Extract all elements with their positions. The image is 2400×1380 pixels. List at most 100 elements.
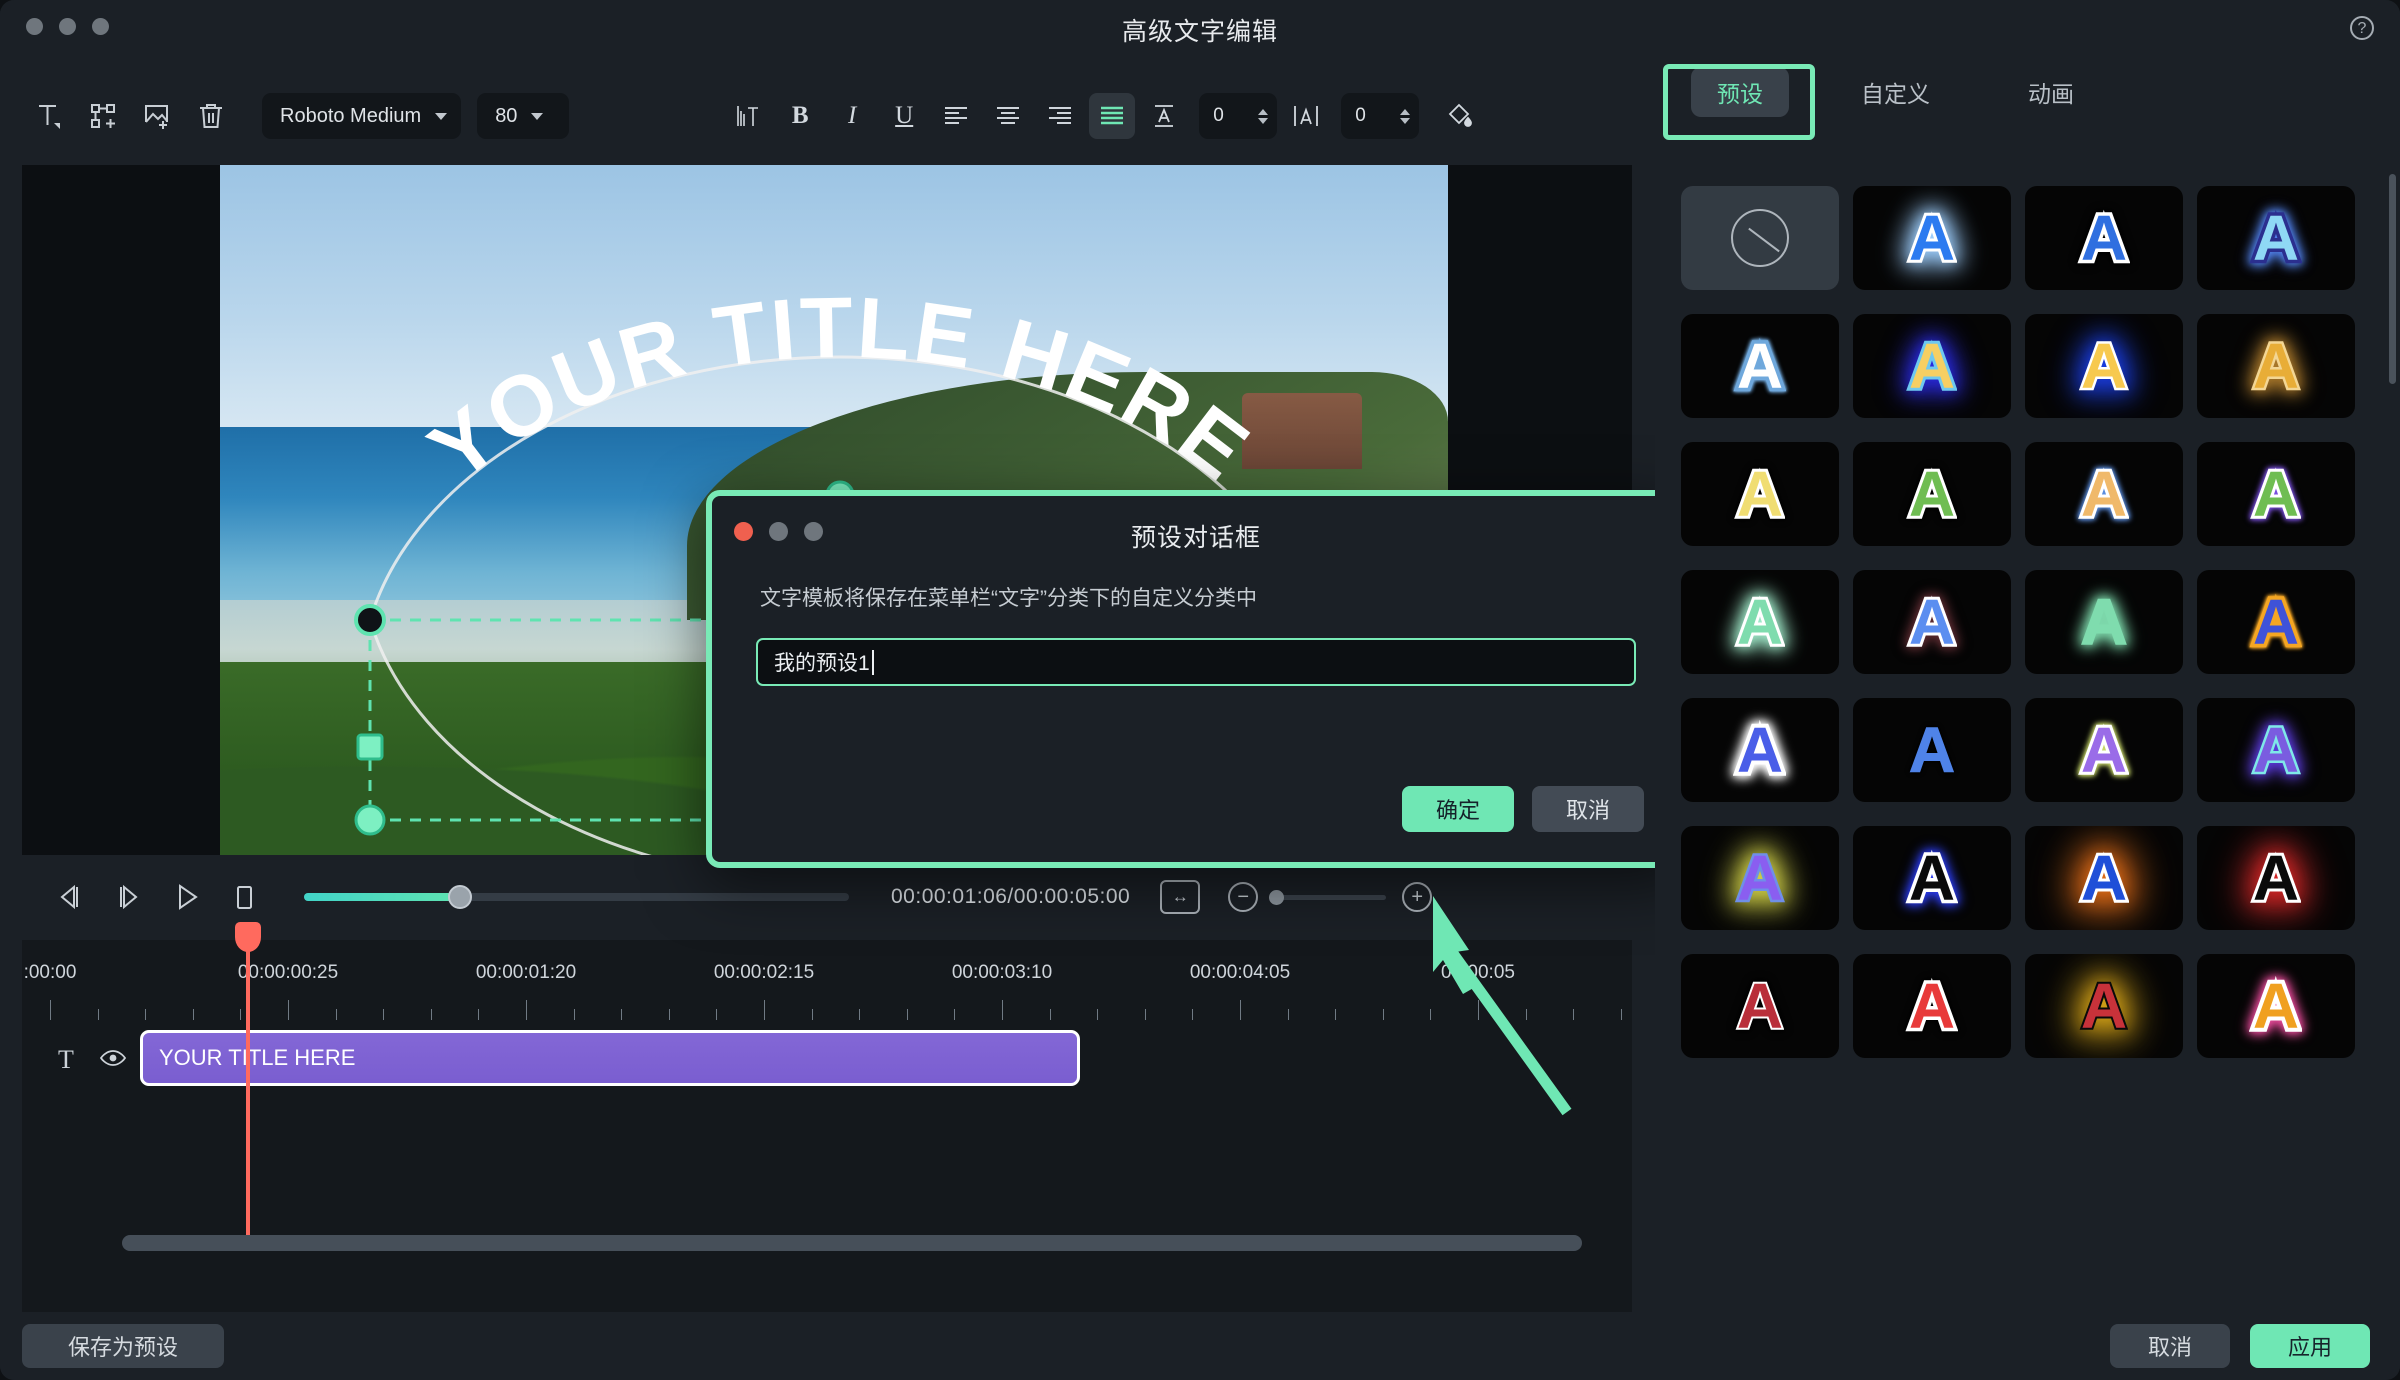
preset-swatch-10[interactable]: A <box>2025 442 2183 546</box>
align-left-button[interactable] <box>933 93 979 139</box>
cancel-button[interactable]: 取消 <box>2110 1324 2230 1368</box>
bold-button[interactable]: B <box>777 93 823 139</box>
preset-swatch-22[interactable]: A <box>2025 826 2183 930</box>
resort-building <box>1242 392 1363 469</box>
playhead[interactable] <box>235 922 261 1240</box>
tab-2[interactable]: 动画 <box>2002 67 2100 117</box>
stop-button[interactable] <box>220 873 268 921</box>
zoom-out-button[interactable]: − <box>1228 882 1259 912</box>
ruler-tick <box>1192 1009 1194 1020</box>
playback-scrubber[interactable] <box>304 885 849 909</box>
dialog-cancel-button[interactable]: 取消 <box>1532 786 1644 832</box>
text-clip[interactable]: YOUR TITLE HERE <box>140 1030 1080 1086</box>
scrubber-knob[interactable] <box>448 885 472 909</box>
tab-0[interactable]: 预设 <box>1691 67 1789 117</box>
preset-swatch-15[interactable]: A <box>2197 570 2355 674</box>
preset-swatch-18[interactable]: A <box>2025 698 2183 802</box>
preset-swatch-27[interactable]: A <box>2197 954 2355 1058</box>
italic-button[interactable]: I <box>829 93 875 139</box>
tab-1[interactable]: 自定义 <box>1835 67 1956 117</box>
preset-swatch-11[interactable]: A <box>2197 442 2355 546</box>
preset-swatch-7[interactable]: A <box>2197 314 2355 418</box>
dialog-actions: 确定 取消 <box>1402 786 1644 832</box>
dialog-description: 文字模板将保存在菜单栏“文字”分类下的自定义分类中 <box>760 587 1257 610</box>
preset-panel-scrollbar[interactable] <box>2389 174 2396 384</box>
preset-swatch-20[interactable]: A <box>1681 826 1839 930</box>
zoom-in-button[interactable]: + <box>1402 882 1433 912</box>
zoom-slider-knob[interactable] <box>1269 889 1285 905</box>
zoom-slider[interactable] <box>1269 889 1387 905</box>
timeline-track[interactable]: YOUR TITLE HERE <box>140 1028 1632 1092</box>
preset-swatch-24[interactable]: A <box>1681 954 1839 1058</box>
preset-swatch-16[interactable]: A <box>1681 698 1839 802</box>
preset-swatch-12[interactable]: A <box>1681 570 1839 674</box>
preset-swatch-5[interactable]: A <box>1853 314 2011 418</box>
preset-letter-glyph: A <box>1733 330 1786 402</box>
timeline-horizontal-scrollbar[interactable] <box>122 1235 1582 1251</box>
align-center-button[interactable] <box>985 93 1031 139</box>
ruler-tick <box>573 1009 575 1020</box>
preset-swatch-17[interactable]: A <box>1853 698 2011 802</box>
preset-swatch-23[interactable]: A <box>2197 826 2355 930</box>
preset-letter-glyph: A <box>1905 970 1958 1042</box>
help-icon[interactable]: ? <box>2350 16 2374 40</box>
play-button[interactable] <box>162 873 210 921</box>
preset-letter-glyph: A <box>2077 202 2130 274</box>
preset-letter-glyph: A <box>2249 202 2302 274</box>
preset-swatch-13[interactable]: A <box>1853 570 2011 674</box>
preset-swatch-9[interactable]: A <box>1853 442 2011 546</box>
preset-swatch-25[interactable]: A <box>1853 954 2011 1058</box>
ruler-tick <box>288 1000 289 1020</box>
save-as-preset-button[interactable]: 保存为预设 <box>22 1324 224 1368</box>
preset-swatch-8[interactable]: A <box>1681 442 1839 546</box>
next-frame-button[interactable] <box>104 873 152 921</box>
fit-to-screen-icon[interactable]: ↔ <box>1160 880 1201 914</box>
preset-name-input[interactable]: 我的预设1 <box>756 638 1636 686</box>
transform-add-icon[interactable] <box>80 93 126 139</box>
preset-swatch-21[interactable]: A <box>1853 826 2011 930</box>
font-size-select[interactable]: 80 <box>477 93 570 139</box>
tab-label: 动画 <box>2028 81 2074 107</box>
visibility-eye-icon[interactable] <box>99 1049 126 1072</box>
line-spacing-icon[interactable] <box>1141 93 1187 139</box>
vertical-text-icon[interactable] <box>725 93 771 139</box>
stepper-arrows-icon[interactable] <box>1258 108 1269 124</box>
apply-button[interactable]: 应用 <box>2250 1324 2370 1368</box>
advanced-text-editor-window: 高级文字编辑 ? Roboto Medium 80 B I U 0 0 YOUR… <box>0 0 2400 1380</box>
ruler-tick <box>764 1000 765 1020</box>
text-tool-icon[interactable] <box>26 93 72 139</box>
letter-spacing-icon[interactable] <box>1283 93 1329 139</box>
preset-letter-glyph: A <box>2250 458 2302 530</box>
image-add-icon[interactable] <box>134 93 180 139</box>
zoom-controls: − + <box>1228 882 1433 912</box>
prev-frame-button[interactable] <box>46 873 94 921</box>
ruler-label: 00:00:04:05 <box>1189 962 1291 983</box>
ruler-tick <box>335 1009 337 1020</box>
preset-swatch-4[interactable]: A <box>1681 314 1839 418</box>
delete-icon[interactable] <box>188 93 234 139</box>
no-style-preset[interactable] <box>1681 186 1839 290</box>
text-track-icon[interactable]: T <box>58 1045 74 1075</box>
timeline-ruler[interactable]: :00:00 00:00:00:25 00:00:01:20 00:00:02:15 0… <box>22 962 2384 1022</box>
preset-swatch-14[interactable]: A <box>2025 570 2183 674</box>
preset-swatch-3[interactable]: A <box>2197 186 2355 290</box>
dialog-ok-button[interactable]: 确定 <box>1402 786 1514 832</box>
line-spacing-stepper[interactable]: 0 <box>1199 93 1278 139</box>
stepper-arrows-icon[interactable] <box>1400 108 1411 124</box>
letter-spacing-stepper[interactable]: 0 <box>1341 93 1420 139</box>
preset-letter-glyph: A <box>1735 970 1785 1042</box>
ruler-label: 00:00:01:20 <box>475 962 577 983</box>
align-right-button[interactable] <box>1037 93 1083 139</box>
ruler-label: 00:00:05 <box>1441 962 1515 983</box>
preset-grid[interactable]: AAAAAAAAAAAAAAAAAAAAAAAAAAA <box>1681 186 2381 1256</box>
preset-swatch-26[interactable]: A <box>2025 954 2183 1058</box>
font-family-select[interactable]: Roboto Medium <box>262 93 462 139</box>
preset-swatch-6[interactable]: A <box>2025 314 2183 418</box>
preset-swatch-1[interactable]: A <box>1853 186 2011 290</box>
preset-swatch-2[interactable]: A <box>2025 186 2183 290</box>
underline-button[interactable]: U <box>881 93 927 139</box>
preset-swatch-19[interactable]: A <box>2197 698 2355 802</box>
fill-color-bucket-icon[interactable] <box>1437 93 1483 139</box>
ruler-tick <box>1525 1009 1527 1020</box>
align-justify-button[interactable] <box>1089 93 1136 139</box>
